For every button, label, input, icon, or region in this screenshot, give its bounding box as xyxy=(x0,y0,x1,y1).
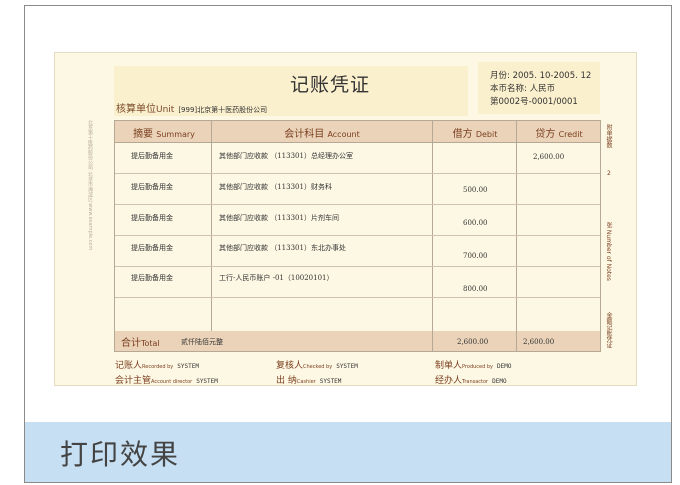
col-divider xyxy=(432,121,433,351)
row-summary: 提后勤备用金 xyxy=(131,274,173,282)
unit-label: 核算单位 xyxy=(116,104,156,115)
table-header: 摘要 Summary 会计科目 Account 借方 Debit 贷方 Cred… xyxy=(115,121,600,143)
row-account: 其他部门应收款 （113301）财务科 xyxy=(219,183,332,191)
footer-caption: 打印效果 xyxy=(60,438,181,471)
row-divider xyxy=(115,204,600,205)
row-summary: 提后勤备用金 xyxy=(131,244,173,252)
row-debit: 500.00 xyxy=(463,186,488,194)
voucher-meta: 月份: 2005. 10-2005. 12 本币名称: 人民币 第0002号-0… xyxy=(490,70,591,109)
col-divider xyxy=(432,331,433,351)
row-account: 其他部门应收款 （113301）总经理办公室 xyxy=(219,152,353,160)
total-in-words: 贰仟陆佰元整 xyxy=(181,338,223,346)
row-divider xyxy=(115,297,600,298)
row-debit: 700.00 xyxy=(463,252,488,260)
voucher-type-label: 金额记账凭证 xyxy=(605,312,612,348)
col-debit: 借方 Debit xyxy=(452,129,498,140)
total-credit: 2,600.00 xyxy=(523,338,555,346)
total-label: 合计Total xyxy=(121,338,160,349)
row-divider xyxy=(115,266,600,267)
row-summary: 提后勤备用金 xyxy=(131,183,173,191)
voucher-number: 第0002号-0001/0001 xyxy=(490,97,578,107)
attachments-count: 2 xyxy=(607,170,611,177)
checked-by: 复核人Checked by SYSTEM xyxy=(276,361,358,371)
col-credit: 贷方 Credit xyxy=(535,129,583,140)
col-divider xyxy=(211,121,212,351)
total-debit: 2,600.00 xyxy=(457,338,489,346)
attachments-unit: 张 Number of Notes xyxy=(605,222,612,281)
voucher-table: 摘要 Summary 会计科目 Account 借方 Debit 贷方 Cred… xyxy=(114,120,601,352)
attachments-label: 附单据数 xyxy=(605,124,612,148)
row-summary: 提后勤备用金 xyxy=(131,152,173,160)
recorded-by: 记账人Recorded by SYSTEM xyxy=(115,361,199,371)
row-divider xyxy=(115,235,600,236)
col-summary: 摘要 Summary xyxy=(133,129,195,140)
row-account: 工行-人民币账户 -01（10020101） xyxy=(219,274,334,282)
row-credit: 2,600.00 xyxy=(533,153,565,161)
col-divider xyxy=(516,331,517,351)
unit-value: [999]北京第十医药股份公司 xyxy=(178,106,268,114)
col-divider xyxy=(516,121,517,351)
left-margin-text: 北京第十医药股份公司 北京市海淀区 www.example.com xyxy=(87,120,93,251)
row-account: 其他部门应收款 （113301）东北办事处 xyxy=(219,244,346,252)
currency-name: 本币名称: 人民币 xyxy=(490,84,556,94)
row-summary: 提后勤备用金 xyxy=(131,214,173,222)
voucher-title: 记账凭证 xyxy=(289,74,370,96)
row-debit: 800.00 xyxy=(463,285,488,293)
unit-line: 核算单位Unit [999]北京第十医药股份公司 xyxy=(116,100,267,115)
month-range: 月份: 2005. 10-2005. 12 xyxy=(490,71,592,81)
account-director: 会计主管Account director SYSTEM xyxy=(115,376,218,386)
transactor: 经办人Transactor DEMO xyxy=(435,376,507,386)
col-account: 会计科目 Account xyxy=(284,129,360,140)
produced-by: 制单人Produced by DEMO xyxy=(435,361,512,371)
row-divider xyxy=(115,173,600,174)
row-account: 其他部门应收款 （113301）片剂车间 xyxy=(219,214,339,222)
cashier: 出 纳Cashier SYSTEM xyxy=(276,376,342,386)
row-debit: 600.00 xyxy=(463,219,488,227)
unit-label-en: Unit xyxy=(156,105,175,115)
